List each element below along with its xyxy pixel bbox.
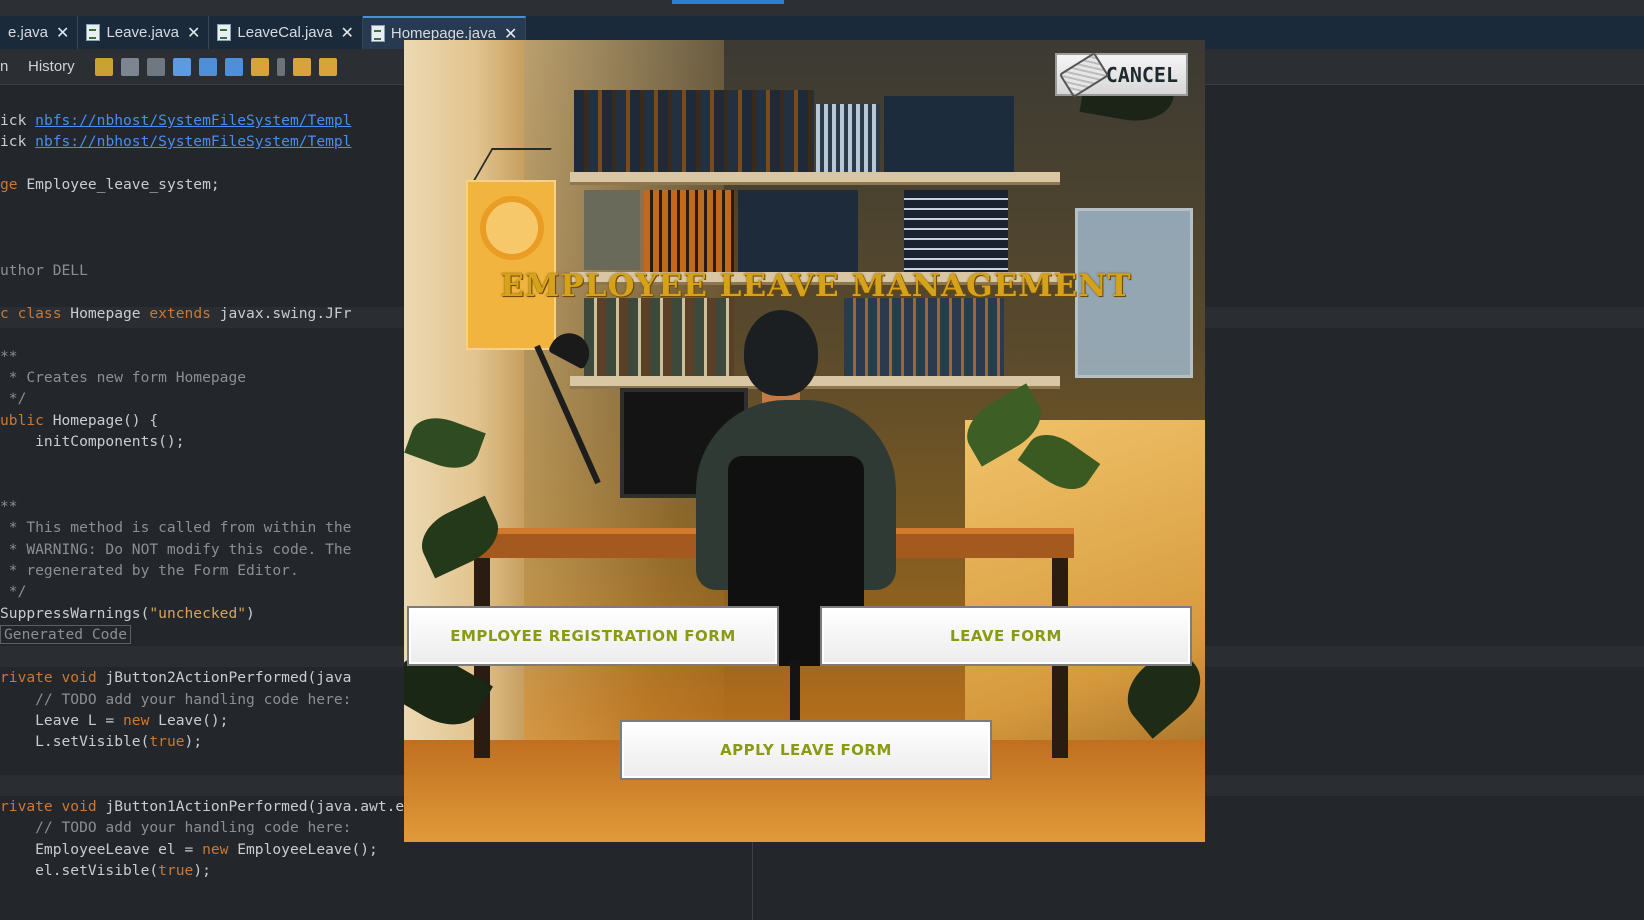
template-link[interactable]: nbfs://nbhost/SystemFileSystem/Templ — [35, 112, 351, 129]
cancelled-stamp-icon — [1058, 51, 1110, 99]
generated-code-fold[interactable]: Generated Code — [0, 625, 132, 644]
book-row — [844, 298, 1004, 376]
sun-illustration — [480, 196, 544, 260]
wall-poster — [466, 180, 556, 350]
tab-label: e.java — [8, 24, 49, 41]
code-line: c class Homepage extends javax.swing.JFr — [0, 305, 352, 322]
close-icon[interactable]: ✕ — [340, 23, 353, 43]
code-line: * WARNING: Do NOT modify this code. The — [0, 541, 352, 558]
window-top-strip — [0, 0, 1644, 16]
code-line: uthor DELL — [0, 262, 88, 279]
code-line: */ — [0, 390, 27, 407]
code-line: */ — [0, 583, 27, 600]
shelf — [570, 172, 1060, 182]
book-row — [644, 190, 734, 272]
app-title: EMPLOYEE LEAVE MANAGEMENT — [500, 268, 1132, 304]
tab-leave[interactable]: Leave.java ✕ — [78, 16, 210, 49]
source-tab[interactable]: n — [0, 58, 20, 75]
code-line: * regenerated by the Form Editor. — [0, 562, 299, 579]
java-file-icon — [370, 25, 385, 42]
code-line: ick nbfs://nbhost/SystemFileSystem/Templ — [0, 133, 352, 150]
close-icon[interactable]: ✕ — [187, 23, 200, 43]
person-head — [744, 310, 818, 396]
code-line: SuppressWarnings("unchecked") — [0, 605, 255, 622]
dropdown-icon[interactable] — [276, 57, 285, 76]
code-line: ublic Homepage() { — [0, 412, 159, 429]
binder-set — [738, 190, 858, 272]
last-edit-icon[interactable] — [94, 57, 113, 76]
code-line: // TODO add your handling code here: — [0, 691, 352, 708]
tab-leavecal[interactable]: LeaveCal.java ✕ — [209, 16, 363, 49]
code-line: L.setVisible(true); — [0, 733, 203, 750]
code-line: // TODO add your handling code here: — [0, 819, 352, 836]
shift-right-icon[interactable] — [318, 57, 337, 76]
java-file-icon — [217, 24, 232, 41]
history-tab[interactable]: History — [28, 58, 75, 75]
code-line: ge Employee_leave_system; — [0, 176, 220, 193]
toolbar-icons — [94, 57, 337, 76]
binder-set — [904, 190, 1008, 272]
tab-employee[interactable]: e.java ✕ — [0, 16, 79, 49]
template-link[interactable]: nbfs://nbhost/SystemFileSystem/Templ — [35, 133, 351, 150]
cancel-label: CANCEL — [1105, 62, 1178, 87]
close-icon[interactable]: ✕ — [56, 23, 69, 43]
book-row — [584, 298, 734, 376]
binder-set — [816, 104, 880, 172]
employee-registration-button[interactable]: EMPLOYEE REGISTRATION FORM — [407, 606, 779, 666]
code-line: rivate void jButton2ActionPerformed(java — [0, 669, 352, 686]
shelf — [570, 376, 1060, 386]
code-line: EmployeeLeave el = new EmployeeLeave(); — [0, 841, 378, 858]
find-previous-icon[interactable] — [198, 57, 217, 76]
leave-form-button[interactable]: LEAVE FORM — [820, 606, 1192, 666]
active-indicator — [672, 0, 784, 4]
find-next-icon[interactable] — [224, 57, 243, 76]
tab-label: LeaveCal.java — [237, 24, 333, 41]
book-row — [574, 90, 814, 172]
shift-left-icon[interactable] — [292, 57, 311, 76]
storage-box — [584, 190, 640, 270]
code-line: Leave L = new Leave(); — [0, 712, 229, 729]
cancel-button[interactable]: CANCEL — [1055, 51, 1188, 99]
code-line: initComponents(); — [0, 433, 185, 450]
java-file-icon — [86, 24, 101, 41]
code-line: * This method is called from within the — [0, 519, 352, 536]
apply-leave-button[interactable]: APPLY LEAVE FORM — [620, 720, 992, 780]
code-line: el.setVisible(true); — [0, 862, 211, 879]
tab-label: Leave.java — [106, 24, 179, 41]
code-line: ** — [0, 348, 18, 365]
code-line: * Creates new form Homepage — [0, 369, 247, 386]
code-line: Generated Code — [0, 624, 132, 645]
binder-set — [884, 96, 1014, 172]
find-icon[interactable] — [172, 57, 191, 76]
code-line: ick nbfs://nbhost/SystemFileSystem/Templ — [0, 112, 352, 129]
back-icon[interactable] — [120, 57, 139, 76]
code-line: ** — [0, 498, 18, 515]
toggle-highlight-icon[interactable] — [250, 57, 269, 76]
homepage-frame: EMPLOYEE LEAVE MANAGEMENT CANCEL EMPLOYE… — [404, 40, 1205, 842]
forward-icon[interactable] — [146, 57, 165, 76]
